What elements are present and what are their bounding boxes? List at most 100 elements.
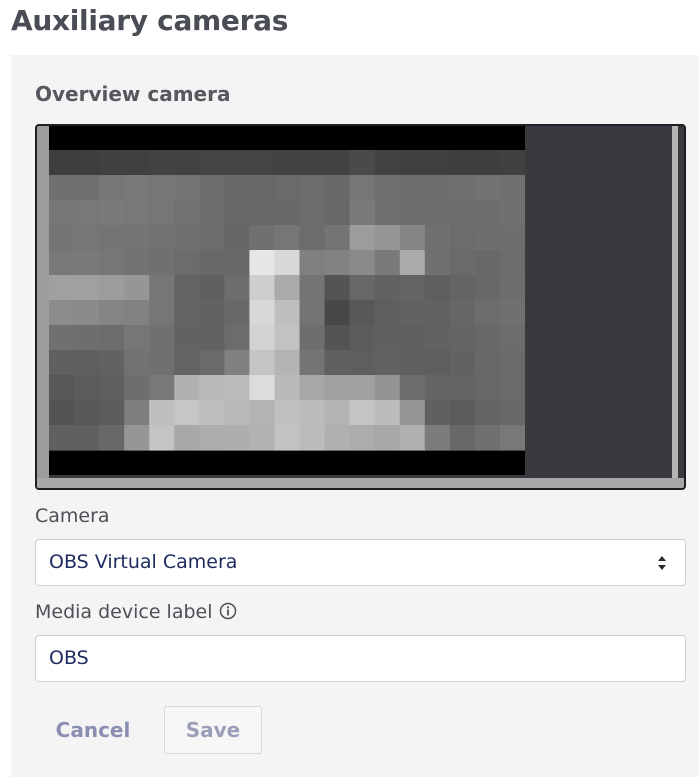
video-pixel [74, 300, 100, 326]
video-pixel [74, 350, 100, 376]
video-pixel [299, 425, 326, 451]
video-pixel [299, 250, 326, 276]
video-pixel [424, 225, 451, 251]
video-pixel [399, 375, 426, 401]
video-pixel [224, 200, 251, 226]
video-pixel [149, 300, 175, 326]
video-pixel [49, 175, 75, 201]
video-pixel [424, 375, 451, 401]
video-pixel [274, 375, 301, 401]
video-pixel [499, 375, 525, 401]
video-pixel [474, 175, 501, 201]
video-pixel [274, 400, 301, 426]
video-pixel [124, 375, 150, 401]
video-pixel [249, 200, 276, 226]
video-pixel [99, 300, 125, 326]
video-pixel [399, 350, 426, 376]
video-pixel [149, 200, 175, 226]
video-pixel [474, 275, 501, 301]
video-pixel [74, 400, 100, 426]
video-pixel [499, 275, 525, 301]
video-pixel [224, 250, 251, 276]
video-pixel [424, 250, 451, 276]
video-pixel [174, 425, 200, 451]
video-pixel [474, 325, 501, 351]
video-pixel [74, 200, 100, 226]
video-pixel [424, 425, 451, 451]
video-pixel [49, 375, 75, 401]
video-pixel [399, 200, 426, 226]
video-pixel [274, 350, 301, 376]
video-pixel [499, 200, 525, 226]
video-pixel [149, 175, 175, 201]
video-pixel [424, 300, 451, 326]
video-pixel [474, 225, 501, 251]
video-pixel [99, 425, 125, 451]
media-device-label-input[interactable]: OBS [35, 635, 686, 682]
video-pixel [399, 225, 426, 251]
video-pixel [49, 300, 75, 326]
video-pixel [249, 375, 276, 401]
video-pixel [299, 200, 326, 226]
video-pixel [499, 425, 525, 451]
preview-bottom-edge [37, 478, 684, 488]
video-pixel [474, 200, 501, 226]
section-title: Overview camera [35, 82, 231, 106]
video-pixel [74, 250, 100, 276]
video-pixel [449, 225, 476, 251]
video-pixel [449, 400, 476, 426]
video-pixel [374, 200, 401, 226]
video-pixel [249, 425, 276, 451]
video-pixel [374, 150, 401, 176]
video-pixel [49, 400, 75, 426]
video-pixel [424, 400, 451, 426]
video-pixel [474, 350, 501, 376]
video-pixel [149, 400, 175, 426]
cancel-button[interactable]: Cancel [45, 706, 141, 754]
video-pixel [324, 250, 351, 276]
video-pixel [74, 325, 100, 351]
video-pixel [99, 175, 125, 201]
video-pixel [99, 375, 125, 401]
video-pixel [199, 425, 225, 451]
video-pixel [449, 350, 476, 376]
video-pixel [149, 375, 175, 401]
camera-select-value: OBS Virtual Camera [49, 551, 238, 573]
video-pixel [124, 250, 150, 276]
info-circle-icon[interactable] [219, 602, 237, 620]
video-pixel [199, 325, 225, 351]
video-pixel [124, 400, 150, 426]
video-pixel [449, 275, 476, 301]
media-device-label-value: OBS [49, 647, 89, 669]
video-pixel [299, 300, 326, 326]
video-pixel [249, 400, 276, 426]
camera-select[interactable]: OBS Virtual Camera [35, 539, 686, 586]
video-pixel [224, 375, 251, 401]
video-pixel [299, 275, 326, 301]
video-pixel [224, 325, 251, 351]
video-pixel [349, 425, 376, 451]
video-pixel [274, 325, 301, 351]
video-pixel [324, 175, 351, 201]
video-pixel [349, 225, 376, 251]
video-pixel [199, 400, 225, 426]
video-pixel [124, 225, 150, 251]
video-pixel [74, 375, 100, 401]
video-pixel [174, 325, 200, 351]
video-pixel [349, 300, 376, 326]
video-pixel [349, 375, 376, 401]
video-pixel [124, 425, 150, 451]
video-pixel [349, 325, 376, 351]
video-pixel [274, 250, 301, 276]
video-pixel [349, 175, 376, 201]
save-button[interactable]: Save [164, 706, 262, 754]
video-pixel [449, 175, 476, 201]
video-pixel [199, 175, 225, 201]
video-pixel [374, 325, 401, 351]
video-pixel [124, 200, 150, 226]
video-pixel [374, 375, 401, 401]
video-pixel [99, 400, 125, 426]
video-pixel [424, 150, 451, 176]
video-pixel [149, 225, 175, 251]
video-pixel [274, 275, 301, 301]
